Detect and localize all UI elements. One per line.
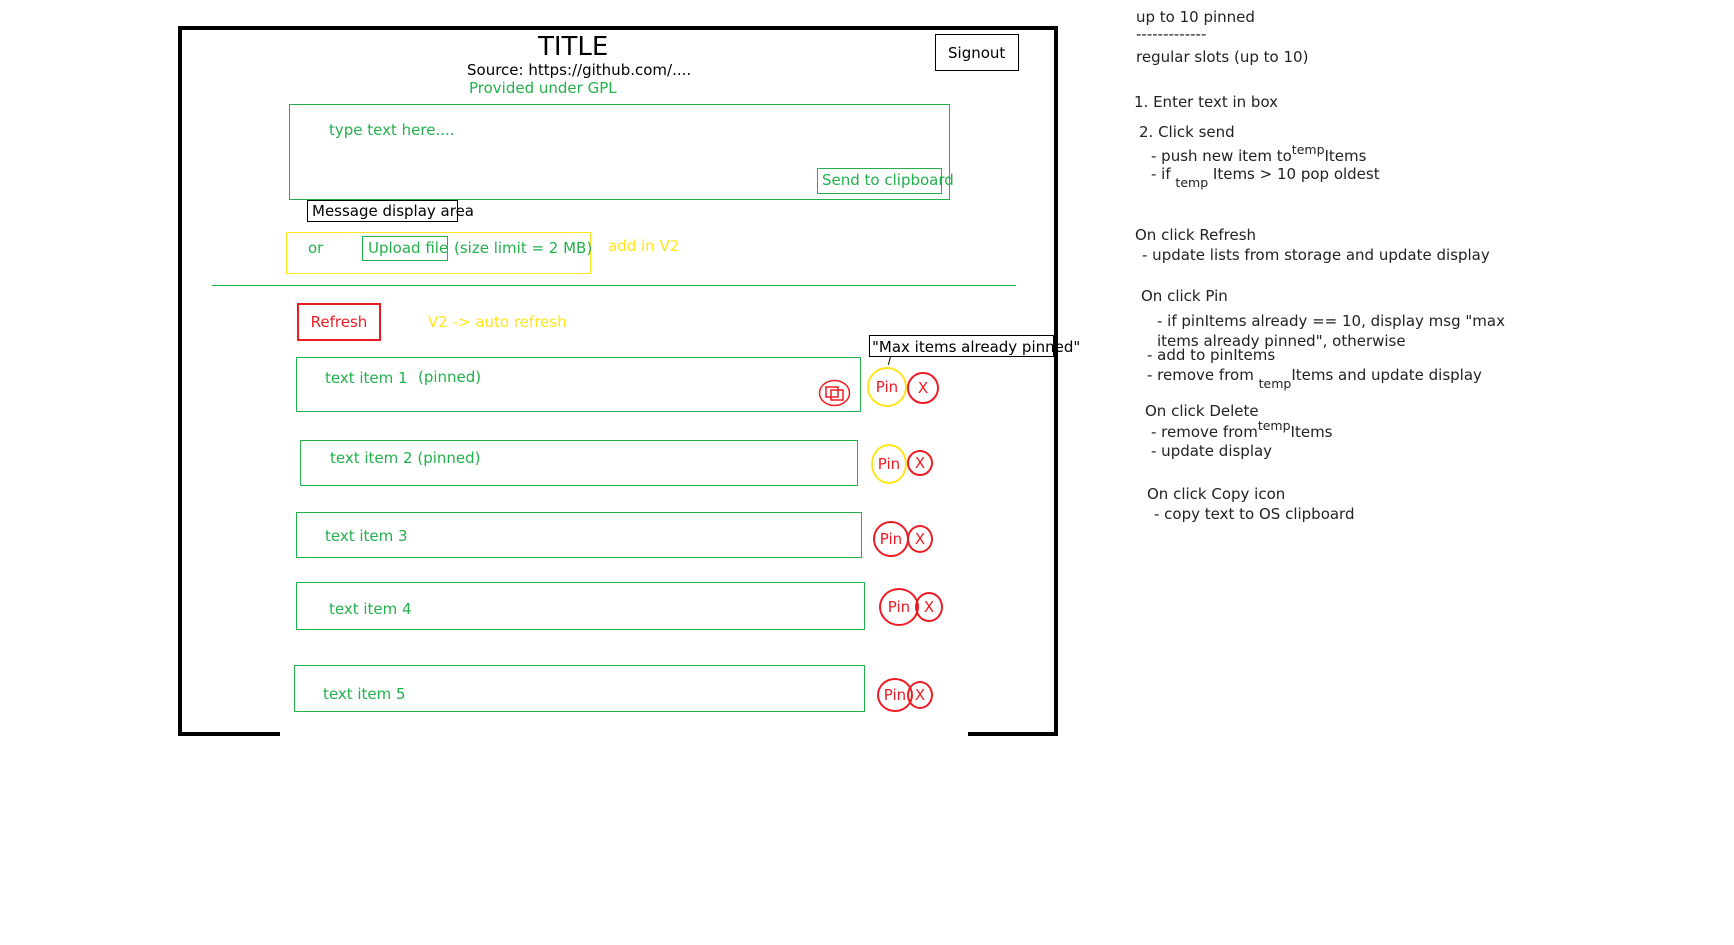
note-line: - add to pinItems [1147,346,1276,364]
note-line: 1. Enter text in box [1134,93,1279,111]
frame-right [1054,26,1058,736]
upload-file-label: Upload file [368,239,449,257]
delete-label: X [914,454,926,472]
message-display-area: Message display area [307,200,474,222]
pin-button[interactable]: Pin [867,367,907,407]
upload-file-button[interactable]: Upload file [362,236,448,261]
delete-button[interactable]: X [907,681,933,709]
note-line: regular slots (up to 10) [1136,48,1309,66]
note-line: - if pinItems already == 10, display msg… [1157,312,1505,330]
max-pinned-tooltip-text: "Max items already pinned" [872,338,1081,356]
list-item-pinned-tag: (pinned) [418,368,482,386]
note-line: - remove fromtempItems [1151,418,1333,441]
pin-label: Pin [887,598,911,616]
delete-label: X [923,598,935,616]
page-title: TITLE [538,32,609,62]
pin-button[interactable]: Pin [873,521,909,557]
tooltip-pointer [887,356,892,365]
pin-button[interactable]: Pin [871,444,907,484]
message-display-label: Message display area [312,202,474,220]
license-text: Provided under GPL [469,79,617,97]
note-line: - update display [1151,442,1273,460]
size-limit-text: (size limit = 2 MB) [454,239,593,257]
note-line: - update lists from storage and update d… [1142,246,1490,264]
delete-label: X [914,530,926,548]
note-line: - remove from tempItems and update displ… [1147,366,1482,391]
source-link[interactable]: Source: https://github.com/.... [467,61,691,79]
note-line: ------------- [1136,25,1207,43]
frame-left [178,26,182,736]
note-line: On click Copy icon [1147,485,1286,503]
list-item-text: text item 5 [323,685,406,703]
note-line: 2. Click send [1139,123,1235,141]
refresh-label: Refresh [310,313,368,331]
refresh-v2-note: V2 -> auto refresh [428,313,567,331]
list-item-text: text item 2 (pinned) [330,449,481,467]
frame-bottom-left [178,732,280,736]
max-pinned-tooltip: "Max items already pinned" [869,335,1080,357]
frame-top [178,26,1058,30]
note-line: - push new item totempItems [1151,142,1367,165]
delete-button[interactable]: X [915,592,943,622]
section-divider [212,285,1016,286]
delete-button[interactable]: X [907,450,933,476]
note-line: On click Refresh [1135,226,1257,244]
text-input-placeholder: type text here.... [329,121,455,139]
send-to-clipboard-button[interactable]: Send to clipboard [817,168,954,194]
list-item-text: text item 4 [329,600,412,618]
list-item-text: text item 3 [325,527,408,545]
note-line: - if temp Items > 10 pop oldest [1151,165,1380,190]
delete-button[interactable]: X [907,372,939,404]
copy-icon[interactable] [818,379,851,407]
pin-button[interactable]: Pin [879,588,919,626]
note-line: - copy text to OS clipboard [1154,505,1355,523]
delete-label: X [917,379,929,397]
pin-label: Pin [879,530,903,548]
upload-v2-note: add in V2 [608,237,680,255]
list-item-text: text item 1 [325,369,408,387]
note-line: On click Pin [1141,287,1228,305]
send-to-clipboard-label: Send to clipboard [822,171,954,189]
pin-label: Pin [877,455,901,473]
delete-button[interactable]: X [907,525,933,553]
signout-label: Signout [948,44,1006,62]
signout-button[interactable]: Signout [935,34,1019,71]
note-line: up to 10 pinned [1136,8,1255,26]
upload-or-label: or [308,239,324,257]
frame-bottom-right [968,732,1058,736]
pin-label: Pin [875,378,899,396]
delete-label: X [914,686,926,704]
refresh-button[interactable]: Refresh [297,303,381,341]
pin-label: Pin [883,686,907,704]
